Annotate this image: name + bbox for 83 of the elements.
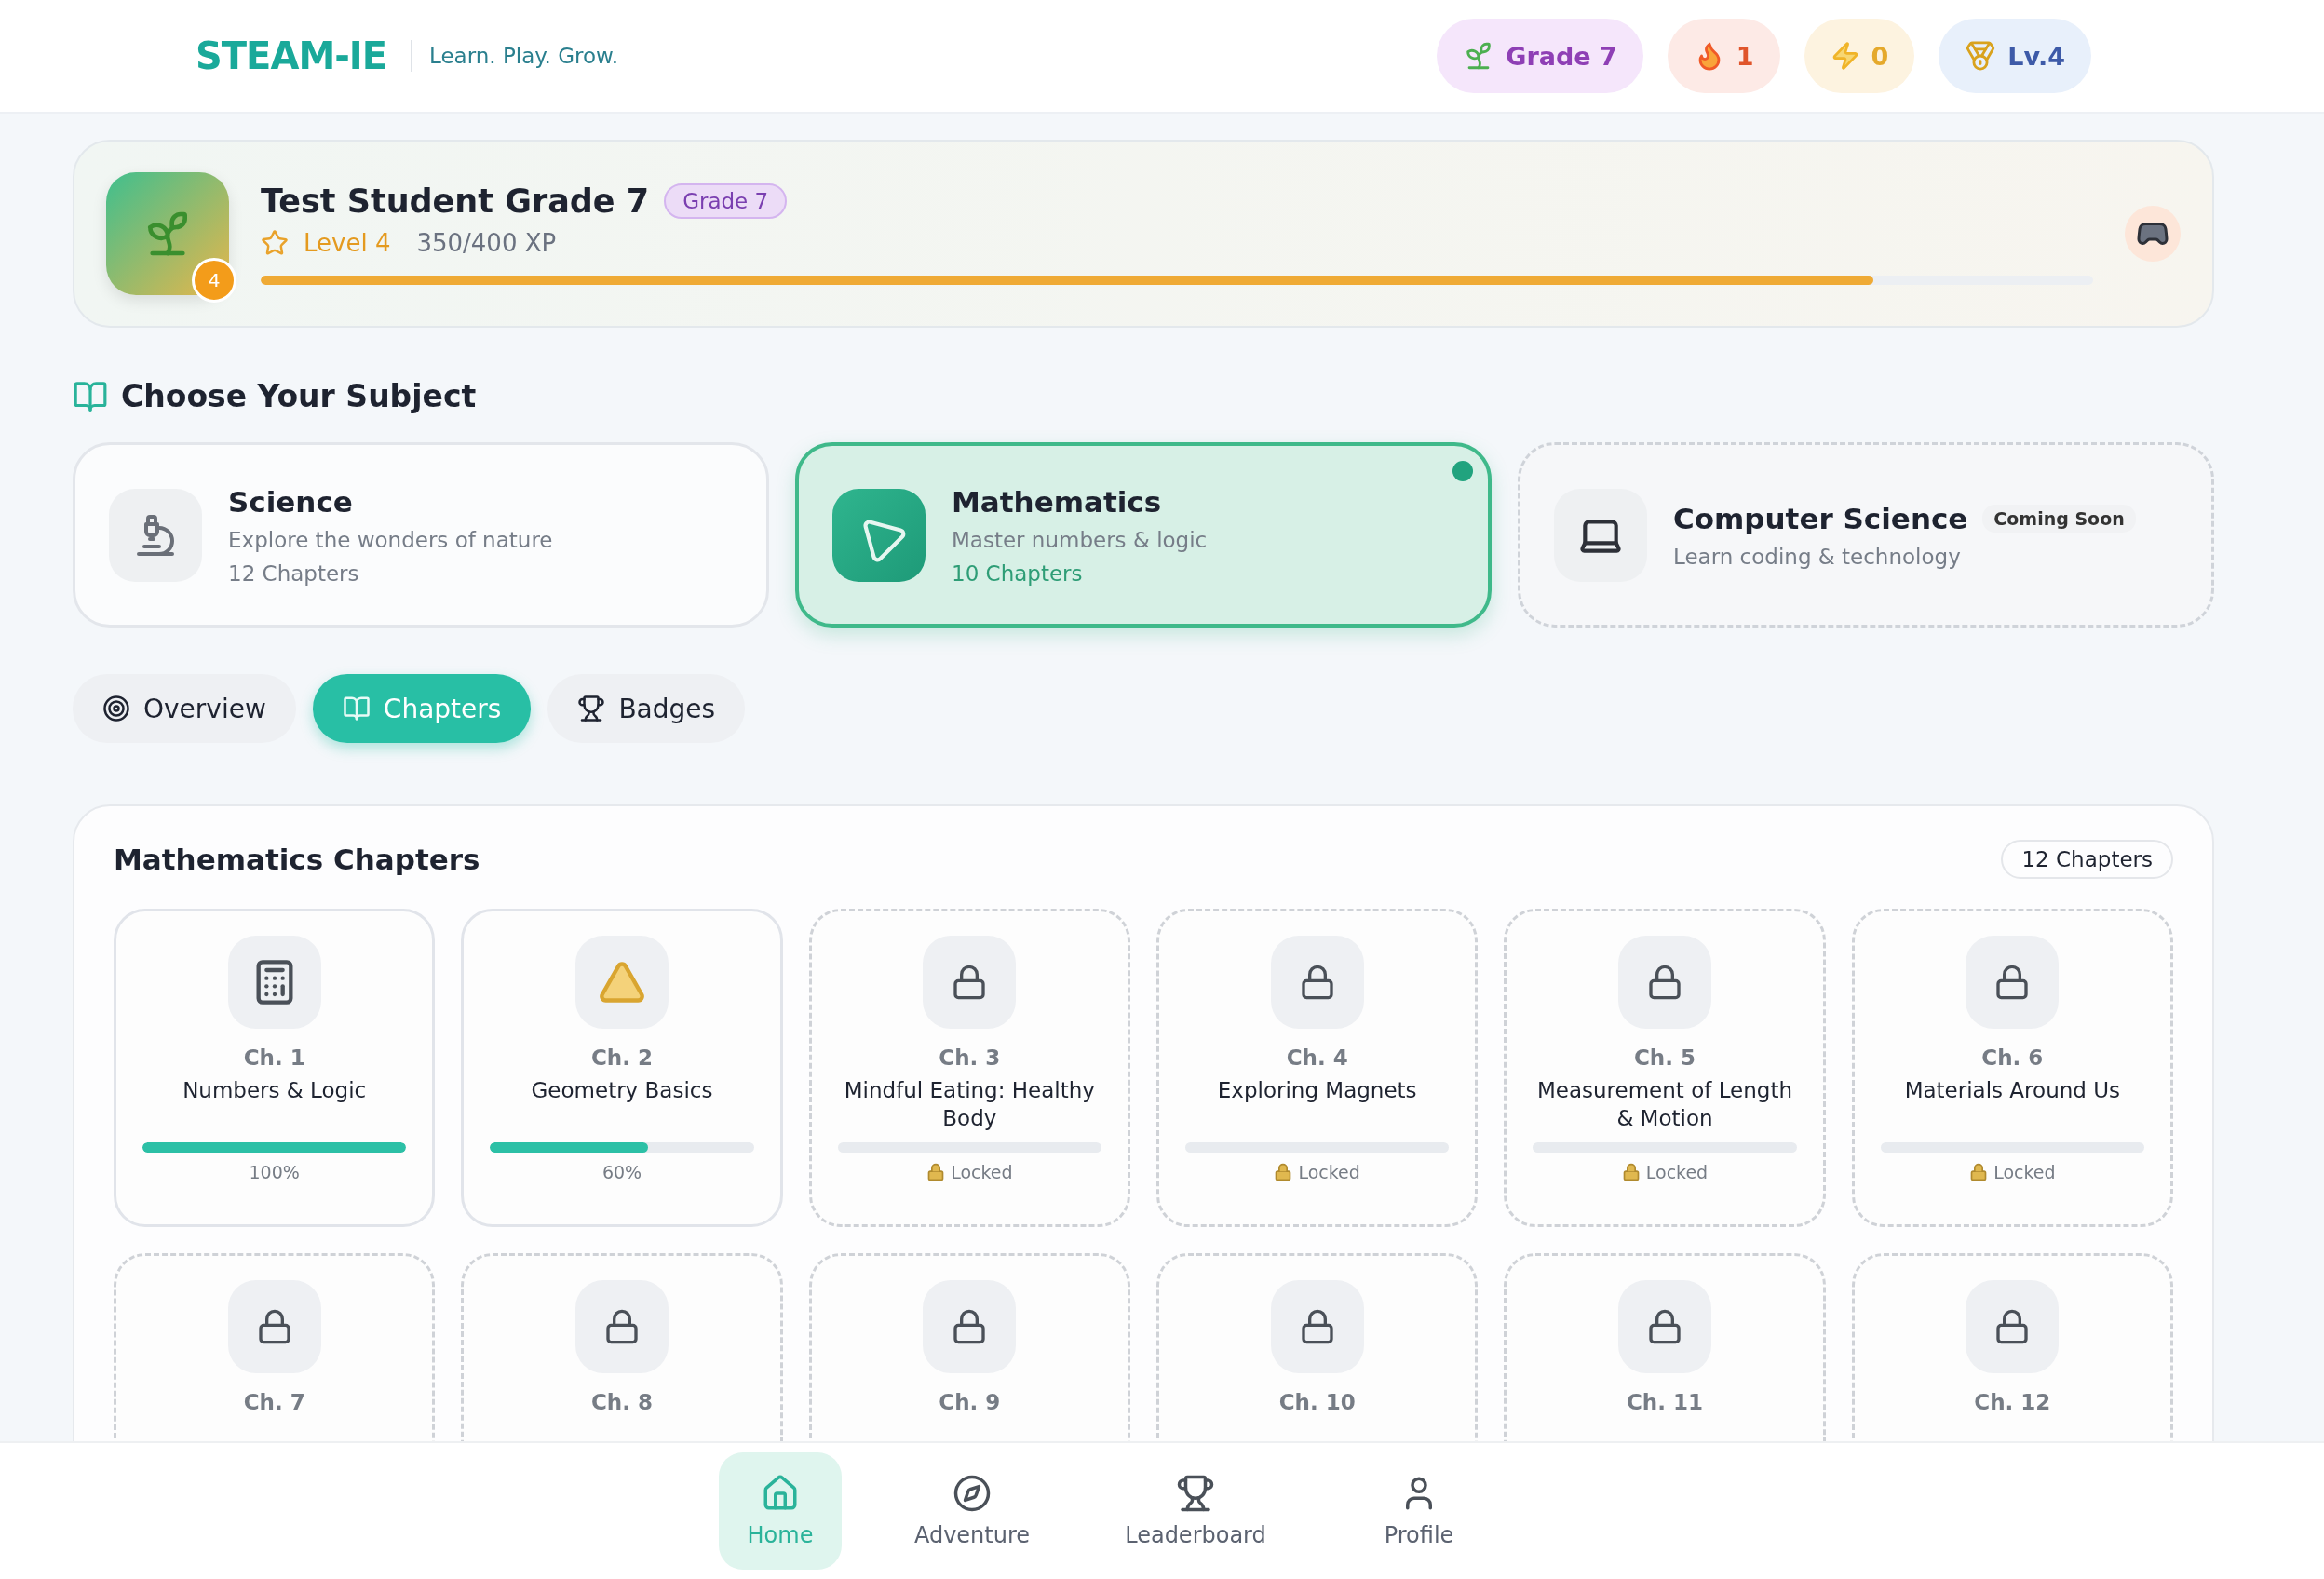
chapter-number: Ch. 12 (1974, 1390, 2051, 1414)
chapter-title: Numbers & Logic (182, 1077, 367, 1104)
stat-value: Grade 7 (1506, 41, 1617, 71)
subject-name: Science (228, 484, 353, 519)
subject-card[interactable]: Mathematics Master numbers & logic 10 Chapters (795, 442, 1492, 628)
chapter-card[interactable]: Ch. 12 (1851, 1253, 2173, 1441)
medal-icon (1965, 40, 1997, 72)
chapter-count: 10 Chapters (952, 560, 1084, 586)
chapter-card[interactable]: Ch. 6 Materials Around Us Locked (1851, 909, 2173, 1227)
chapter-title: Mindful Eating: Healthy Body (843, 1077, 1096, 1132)
chapter-count-badge: 12 Chapters (2001, 840, 2173, 879)
tab[interactable]: Overview (73, 674, 296, 743)
xp-text: 350/400 XP (416, 229, 557, 257)
star-icon (261, 229, 289, 257)
coming-soon-badge: Coming Soon (1982, 504, 2136, 533)
chapter-card[interactable]: Ch. 5 Measurement of Length & Motion Locked (1504, 909, 1826, 1227)
lock-icon (603, 1308, 641, 1345)
logo: STEAM-IE (196, 34, 386, 77)
target-icon (102, 695, 130, 722)
padlock-icon (1621, 1163, 1641, 1181)
chapter-count: 12 Chapters (228, 560, 360, 586)
locked-label: Locked (951, 1162, 1013, 1182)
chapter-title: Measurement of Length & Motion (1535, 1077, 1793, 1132)
progress-percent: 60% (601, 1162, 642, 1182)
chapter-number: Ch. 7 (243, 1390, 305, 1414)
chapter-card[interactable]: Ch. 7 (114, 1253, 436, 1441)
trophy-icon (577, 695, 606, 722)
padlock-icon (1969, 1163, 1989, 1181)
chapter-card[interactable]: Ch. 11 (1504, 1253, 1826, 1441)
stat-value: 0 (1871, 41, 1889, 71)
chapter-number: Ch. 4 (1286, 1046, 1348, 1070)
chapter-title: Materials Around Us (1904, 1077, 2120, 1104)
section-title: Choose Your Subject (121, 378, 477, 414)
nav-item[interactable]: Profile (1326, 1452, 1512, 1570)
subject-card[interactable]: Computer Science Coming Soon Learn coding & technology (1518, 442, 2214, 628)
grade-badge: Grade 7 (664, 183, 788, 219)
chapter-card[interactable]: Ch. 8 (461, 1253, 783, 1441)
chapter-card[interactable]: Ch. 10 (1156, 1253, 1479, 1441)
trophy-icon (1176, 1474, 1215, 1513)
subject-description: Learn coding & technology (1673, 544, 1962, 569)
progress-percent: 100% (249, 1162, 300, 1182)
chapter-number: Ch. 1 (243, 1046, 305, 1070)
level-label: Level 4 (304, 229, 391, 257)
chapter-title: Geometry Basics (531, 1077, 713, 1104)
subject-description: Master numbers & logic (952, 527, 1208, 552)
student-name: Test Student Grade 7 (261, 182, 650, 220)
locked-label: Locked (1645, 1162, 1709, 1182)
compass-icon (953, 1474, 992, 1513)
lock-icon (1646, 1308, 1683, 1345)
chapter-number: Ch. 10 (1278, 1390, 1356, 1414)
chapter-card[interactable]: Ch. 3 Mindful Eating: Healthy Body Locked (808, 909, 1130, 1227)
lock-icon (1646, 964, 1683, 1001)
level-badge: 4 (192, 258, 236, 303)
tab[interactable]: Badges (547, 674, 746, 743)
nav-item[interactable]: Adventure (879, 1452, 1065, 1570)
nav-item[interactable]: Leaderboard (1102, 1452, 1289, 1570)
selected-dot (1452, 461, 1473, 481)
chapter-number: Ch. 2 (591, 1046, 653, 1070)
subject-name: Computer Science (1673, 501, 1968, 535)
chapter-title: Exploring Magnets (1217, 1077, 1417, 1104)
chapter-number: Ch. 11 (1627, 1390, 1703, 1414)
subject-name: Mathematics (952, 484, 1162, 519)
tagline: Learn. Play. Grow. (429, 44, 619, 68)
chapter-card[interactable]: Ch. 2 Geometry Basics 60% (461, 909, 783, 1227)
subject-card[interactable]: Science Explore the wonders of nature 12 Chapters (73, 442, 769, 628)
chapter-card[interactable]: Ch. 1 Numbers & Logic 100% (114, 909, 436, 1227)
chapter-number: Ch. 6 (1981, 1046, 2044, 1070)
panel-title: Mathematics Chapters (114, 843, 480, 876)
chapter-card[interactable]: Ch. 4 Exploring Magnets Locked (1156, 909, 1479, 1227)
padlock-icon (1274, 1163, 1293, 1181)
stat-value: 1 (1736, 41, 1754, 71)
chapter-number: Ch. 9 (939, 1390, 1001, 1414)
book-icon (342, 695, 371, 722)
padlock-icon (926, 1163, 946, 1181)
stat-value: Lv.4 (2007, 41, 2065, 71)
chapter-number: Ch. 3 (939, 1046, 1001, 1070)
chapter-number: Ch. 5 (1634, 1046, 1696, 1070)
locked-label: Locked (1993, 1162, 2056, 1182)
home-icon (761, 1474, 800, 1513)
chapter-number: Ch. 8 (591, 1390, 653, 1414)
chapter-card[interactable]: Ch. 9 (808, 1253, 1130, 1441)
subject-description: Explore the wonders of nature (228, 527, 553, 552)
locked-label: Locked (1298, 1162, 1360, 1182)
